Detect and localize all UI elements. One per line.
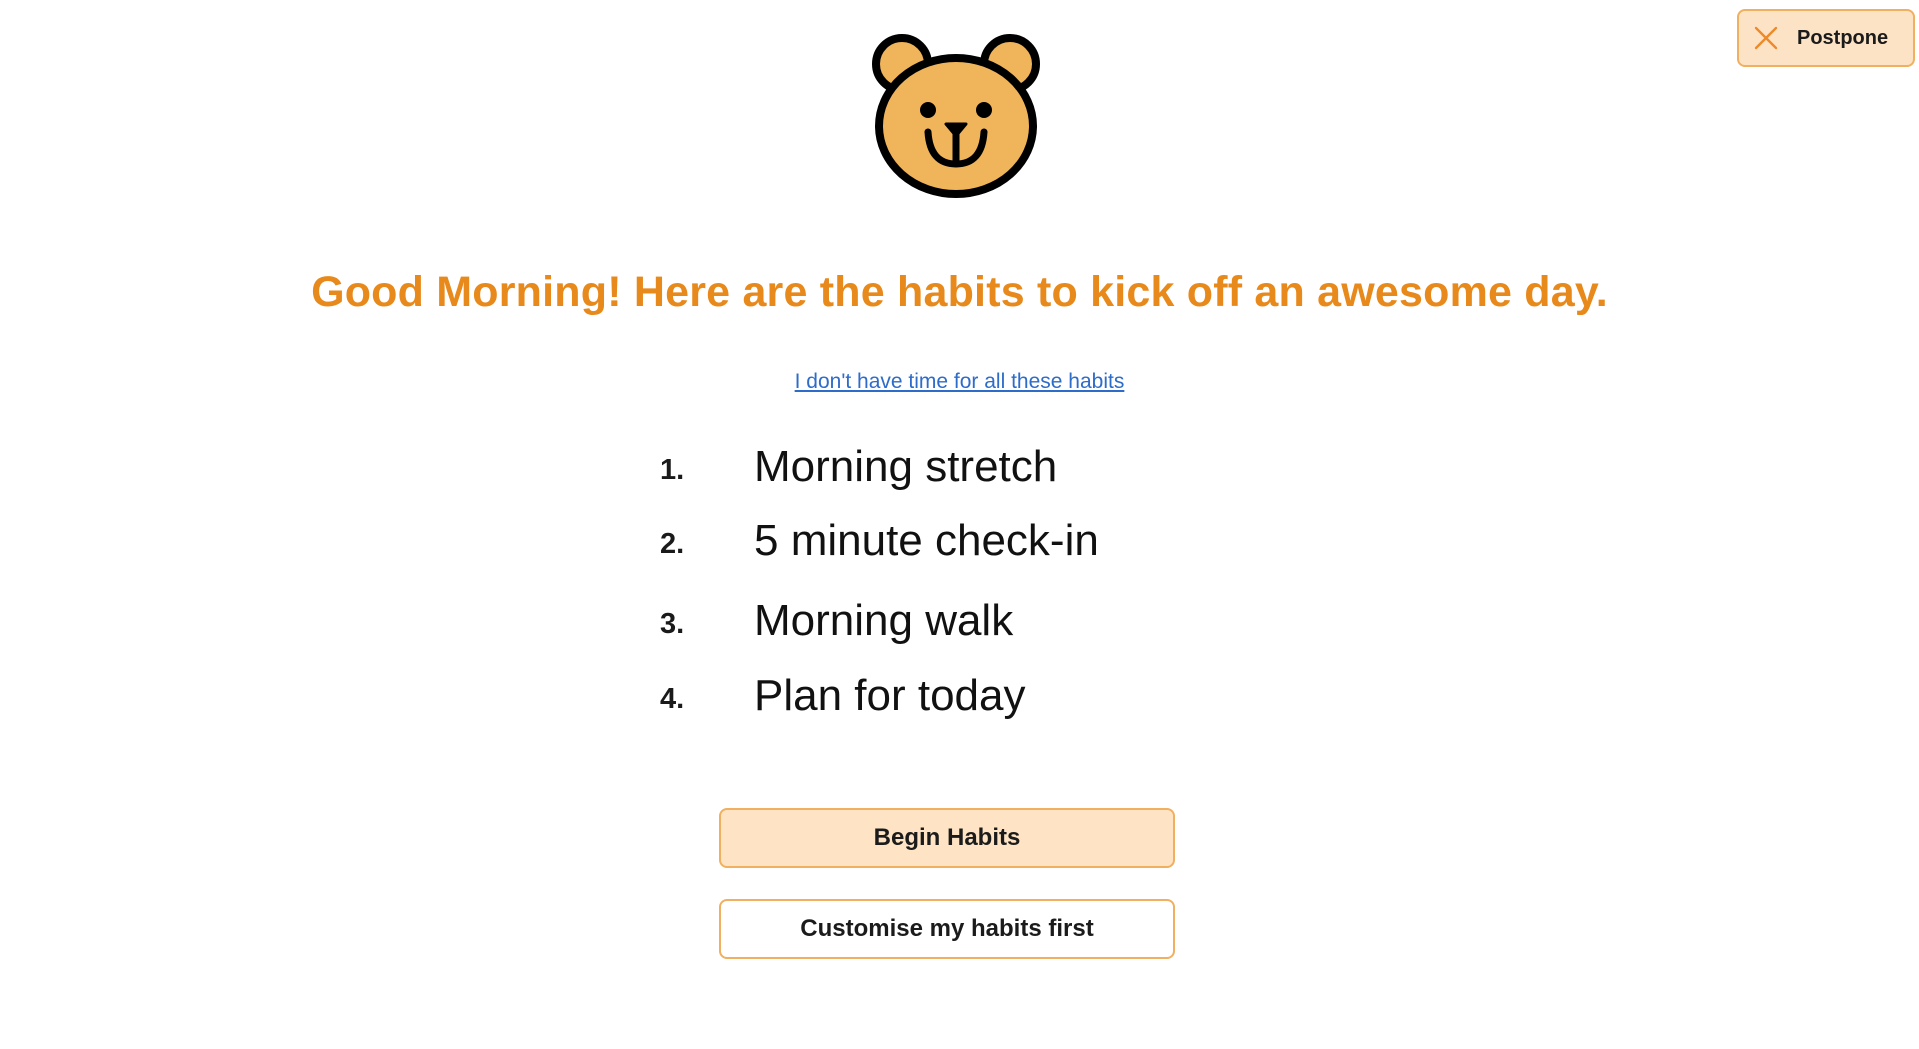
habit-number: 1.	[660, 454, 685, 486]
habit-item-check-in: 2. 5 minute check-in	[660, 514, 1300, 574]
postpone-button[interactable]: Postpone	[1737, 9, 1915, 67]
habit-item-morning-stretch: 1. Morning stretch	[660, 440, 1300, 500]
habit-number: 2.	[660, 528, 685, 560]
habit-label: Plan for today	[754, 671, 1026, 720]
habit-label: Morning stretch	[754, 442, 1058, 491]
habit-label: 5 minute check-in	[754, 516, 1099, 565]
customise-habits-button[interactable]: Customise my habits first	[719, 899, 1175, 959]
habit-number: 4.	[660, 683, 685, 715]
habit-number: 3.	[660, 608, 685, 640]
morning-habits-screen: Postpone Good Morning! Here are the habi…	[0, 0, 1919, 1049]
close-icon	[1753, 25, 1779, 51]
habit-item-morning-walk: 3. Morning walk	[660, 594, 1300, 654]
begin-habits-button[interactable]: Begin Habits	[719, 808, 1175, 868]
habit-label: Morning walk	[754, 596, 1014, 645]
habit-item-plan-for-today: 4. Plan for today	[660, 669, 1300, 729]
no-time-link[interactable]: I don't have time for all these habits	[0, 370, 1919, 394]
bear-face-icon	[870, 32, 1042, 198]
postpone-label: Postpone	[1797, 26, 1889, 49]
greeting-heading: Good Morning! Here are the habits to kic…	[311, 268, 1608, 316]
